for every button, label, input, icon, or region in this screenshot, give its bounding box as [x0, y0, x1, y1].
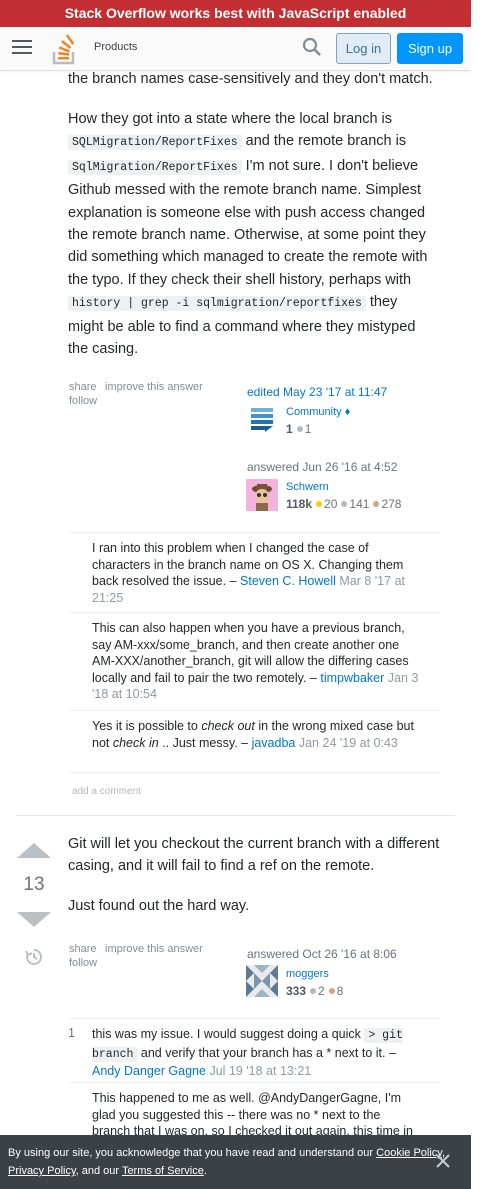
code-local-branch: SQLMigration/ReportFixes: [68, 135, 242, 151]
history-icon[interactable]: [25, 948, 43, 966]
user-community-rep: 11: [286, 422, 312, 436]
comment: Yes it is possible to check out in the w…: [92, 719, 414, 750]
terms-of-service-link[interactable]: Terms of Service: [122, 1165, 204, 1177]
comment-divider: [68, 772, 440, 773]
stack-overflow-logo[interactable]: [51, 31, 79, 65]
follow-link[interactable]: follow: [69, 957, 97, 969]
comment-user[interactable]: javadba: [252, 736, 296, 750]
cookie-banner: By using our site, you acknowledge that …: [0, 1135, 471, 1189]
share-link[interactable]: share: [69, 381, 97, 393]
user-schwern[interactable]: Schwern: [286, 481, 329, 493]
moggers-avatar[interactable]: [246, 965, 278, 997]
comment-date[interactable]: Jul 19 '18 at 13:21: [209, 1064, 311, 1078]
cookie-policy-link[interactable]: Cookie Policy: [376, 1147, 442, 1159]
community-avatar[interactable]: [250, 406, 274, 432]
top-bar: Products Log in Sign up: [0, 27, 471, 71]
comments-divider: [68, 532, 440, 533]
search-icon[interactable]: [302, 37, 322, 57]
add-comment-link[interactable]: add a comment: [72, 786, 141, 797]
signup-button[interactable]: Sign up: [397, 33, 463, 64]
comment-user[interactable]: Steven C. Howell: [240, 574, 336, 588]
answered-signature: answered Oct 26 '16 at 8:06: [247, 947, 397, 961]
edited-link[interactable]: edited: [247, 385, 280, 399]
js-warning-banner: Stack Overflow works best with JavaScrip…: [0, 0, 471, 27]
user-moggers-rep: 333 2 8: [286, 984, 344, 998]
comment: I ran into this problem when I changed t…: [92, 541, 405, 605]
close-icon[interactable]: [435, 1153, 451, 1169]
comment: This happened to me as well. @AndyDanger…: [92, 1091, 414, 1138]
comment-divider: [68, 1082, 440, 1083]
products-link[interactable]: Products: [94, 41, 137, 53]
answered-signature: answered Jun 26 '16 at 4:52: [247, 460, 398, 474]
user-schwern-rep: 118k 20 141 278: [286, 497, 402, 511]
login-button[interactable]: Log in: [336, 33, 391, 64]
answer-divider: [16, 815, 455, 816]
comment: This can also happen when you have a pre…: [92, 621, 419, 701]
comment-divider: [68, 710, 440, 711]
answer1-para2: How they got into a state where the loca…: [68, 111, 428, 358]
comment: this was my issue. I would suggest doing…: [92, 1027, 403, 1078]
answer1-para1: the branch names case-sensitively and th…: [68, 71, 433, 87]
improve-answer-link[interactable]: improve this answer: [105, 943, 203, 955]
vote-count: 13: [23, 874, 45, 895]
follow-link[interactable]: follow: [69, 395, 97, 407]
comments-divider: [68, 1018, 440, 1019]
downvote-button[interactable]: [17, 912, 51, 927]
upvote-button[interactable]: [17, 843, 51, 858]
edited-signature: edited May 23 '17 at 11:47: [247, 385, 387, 399]
schwern-avatar[interactable]: [246, 479, 278, 511]
improve-answer-link[interactable]: improve this answer: [105, 381, 203, 393]
comment-divider: [68, 612, 440, 613]
edited-date[interactable]: May 23 '17 at 11:47: [283, 385, 387, 399]
answer2-para2: Just found out the hard way.: [68, 898, 250, 914]
answer2-para1: Git will let you checkout the current br…: [68, 836, 440, 875]
privacy-policy-link[interactable]: Privacy Policy: [8, 1165, 76, 1177]
user-community[interactable]: Community ♦: [286, 406, 350, 418]
comment-user[interactable]: timpwbaker: [320, 671, 384, 685]
user-moggers[interactable]: moggers: [286, 968, 329, 980]
comment-score: 1: [68, 1026, 75, 1040]
comment-user[interactable]: Andy Danger Gagne: [92, 1064, 206, 1078]
hamburger-icon[interactable]: [12, 40, 32, 56]
code-history-grep: history | grep -i sqlmigration/reportfix…: [68, 296, 366, 312]
share-link[interactable]: share: [69, 943, 97, 955]
comment-date[interactable]: Jan 24 '19 at 0:43: [299, 736, 398, 750]
code-remote-branch: SqlMigration/ReportFixes: [68, 159, 242, 175]
